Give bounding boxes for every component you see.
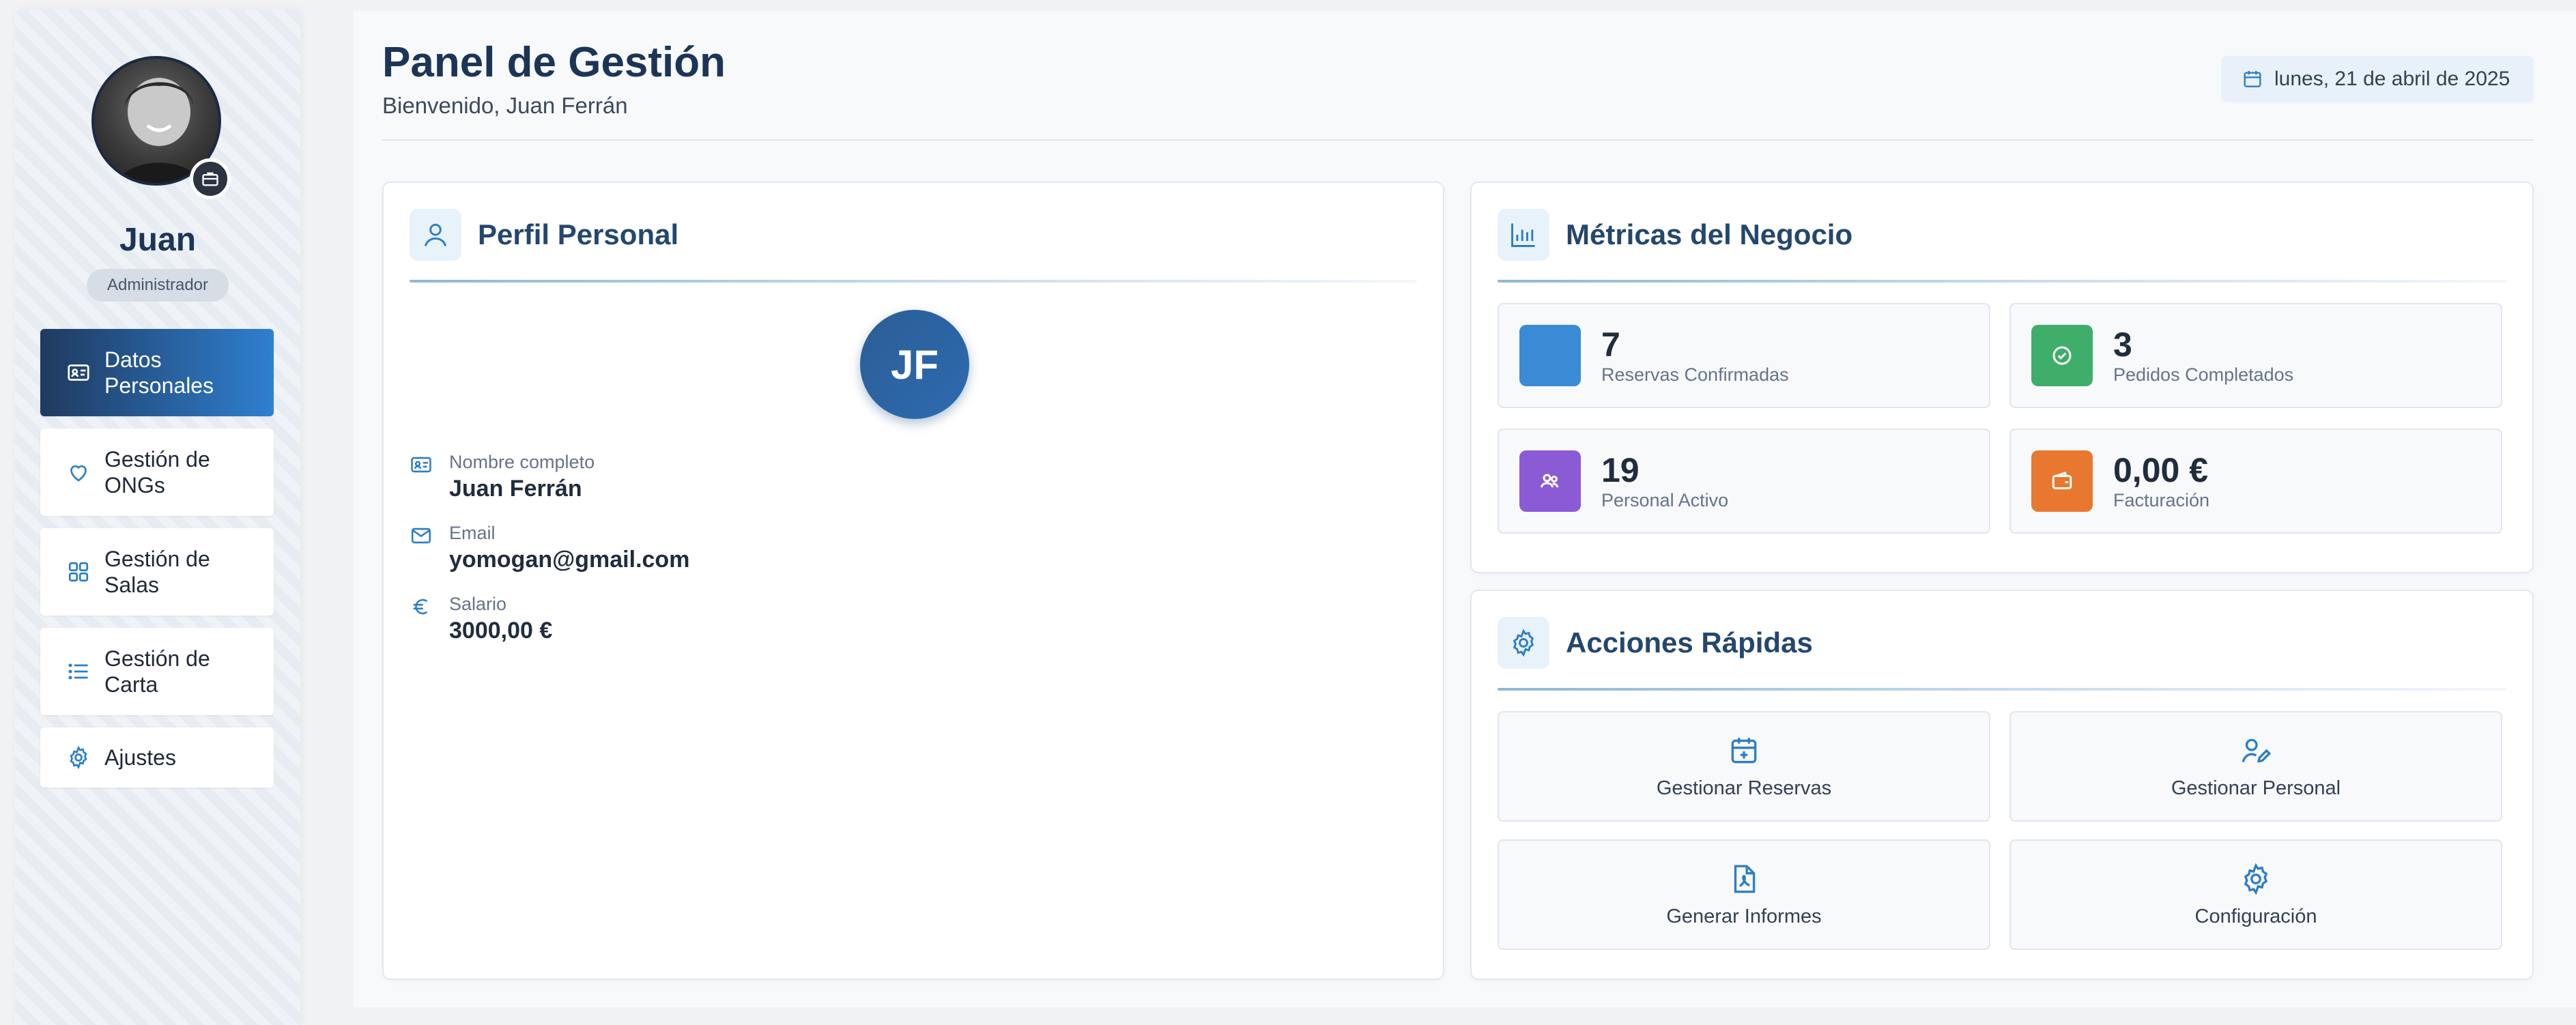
profile-card: Perfil Personal JF Nombre completo Juan …: [382, 182, 1444, 980]
initials-avatar: JF: [860, 310, 969, 419]
metric-reservas-confirmadas: 7 Reservas Confirmadas: [1498, 303, 1990, 408]
sidebar-nav: Datos Personales Gestión de ONGs Gestión…: [40, 329, 274, 800]
action-label: Generar Informes: [1666, 905, 1822, 927]
welcome-text: Bienvenido, Juan Ferrán: [382, 93, 628, 118]
sidebar-item-ajustes[interactable]: Ajustes: [40, 727, 274, 788]
heart-icon: [65, 459, 92, 486]
sidebar-item-label: Gestión de Carta: [104, 646, 210, 697]
sidebar-item-label: Gestión de Salas: [104, 547, 210, 597]
file-pdf-icon: [1727, 862, 1761, 896]
field-value: 3000,00 €: [449, 618, 553, 644]
actions-card-title: Acciones Rápidas: [1566, 626, 1813, 659]
profile-card-header: Perfil Personal: [410, 209, 678, 261]
main-content: Panel de Gestión Bienvenido, Juan Ferrán…: [354, 11, 2576, 1007]
sidebar: Juan Administrador Datos Personales Gest…: [15, 10, 300, 1025]
metrics-card: Métricas del Negocio 7 Reservas Confirma…: [1470, 182, 2534, 573]
calendar-icon: [2242, 68, 2263, 90]
metric-personal-activo: 19 Personal Activo: [1498, 429, 1990, 534]
user-edit-icon: [2239, 734, 2273, 768]
metric-value: 7: [1601, 326, 1620, 364]
sidebar-item-gestion-carta[interactable]: Gestión de Carta: [40, 628, 274, 715]
configuracion-button[interactable]: Configuración: [2009, 839, 2502, 950]
euro-icon: [410, 595, 434, 620]
field-label: Email: [449, 523, 496, 543]
page-title: Panel de Gestión: [382, 39, 726, 86]
id-card-icon: [65, 359, 92, 386]
gear-icon: [1498, 617, 1549, 669]
bar-chart-icon: [1498, 209, 1549, 261]
action-label: Gestionar Reservas: [1656, 777, 1832, 799]
user-avatar[interactable]: [91, 56, 233, 199]
field-label: Salario: [449, 594, 507, 614]
sidebar-item-label: Gestión de ONGs: [104, 447, 210, 497]
users-icon: [1519, 450, 1581, 512]
sidebar-item-label: Ajustes: [104, 745, 176, 770]
list-icon: [65, 658, 92, 685]
briefcase-badge-icon: [190, 158, 231, 199]
metric-label: Facturación: [2113, 490, 2210, 510]
reservations-icon: [1519, 325, 1581, 386]
check-circle-icon: [2031, 325, 2093, 386]
user-icon: [410, 209, 461, 261]
user-name: Juan: [119, 222, 197, 258]
role-badge: Administrador: [87, 269, 229, 302]
quick-actions-card: Acciones Rápidas Gestionar Reservas Gest…: [1470, 590, 2534, 980]
card-divider: [410, 280, 1417, 283]
gear-icon: [65, 744, 92, 771]
grid-icon: [65, 558, 92, 586]
field-salary: Salario 3000,00 €: [410, 592, 552, 646]
action-label: Configuración: [2194, 905, 2317, 927]
metric-value: 0,00 €: [2113, 451, 2209, 489]
gestionar-personal-button[interactable]: Gestionar Personal: [2009, 711, 2502, 822]
field-full-name: Nombre completo Juan Ferrán: [410, 450, 595, 504]
metric-label: Personal Activo: [1601, 490, 1729, 510]
sidebar-item-datos-personales[interactable]: Datos Personales: [40, 329, 274, 416]
actions-card-header: Acciones Rápidas: [1498, 617, 1813, 669]
metrics-card-header: Métricas del Negocio: [1498, 209, 1852, 261]
card-divider: [1498, 688, 2506, 691]
action-label: Gestionar Personal: [2171, 777, 2341, 799]
date-badge: lunes, 21 de abril de 2025: [2221, 56, 2534, 102]
field-value: Juan Ferrán: [449, 476, 582, 502]
metric-label: Pedidos Completados: [2113, 364, 2294, 385]
generar-informes-button[interactable]: Generar Informes: [1498, 839, 1990, 950]
metric-value: 3: [2113, 326, 2132, 364]
field-value: yomogan@gmail.com: [449, 547, 690, 573]
header-divider: [382, 139, 2534, 141]
metric-value: 19: [1601, 451, 1640, 489]
metric-label: Reservas Confirmadas: [1601, 364, 1789, 385]
metric-facturacion: 0,00 € Facturación: [2009, 429, 2502, 534]
id-card-icon: [410, 453, 434, 478]
sidebar-item-gestion-ongs[interactable]: Gestión de ONGs: [40, 429, 274, 516]
metrics-card-title: Métricas del Negocio: [1566, 218, 1853, 250]
metric-pedidos-completados: 3 Pedidos Completados: [2009, 303, 2502, 408]
wallet-icon: [2031, 450, 2093, 512]
gestionar-reservas-button[interactable]: Gestionar Reservas: [1498, 711, 1990, 822]
sidebar-item-label: Datos Personales: [104, 347, 214, 398]
current-date: lunes, 21 de abril de 2025: [2274, 68, 2510, 90]
field-email: Email yomogan@gmail.com: [410, 521, 689, 575]
card-divider: [1498, 280, 2506, 283]
gear-icon: [2239, 862, 2273, 896]
sidebar-item-gestion-salas[interactable]: Gestión de Salas: [40, 528, 274, 616]
profile-card-title: Perfil Personal: [478, 218, 679, 250]
mail-icon: [410, 524, 434, 549]
calendar-plus-icon: [1727, 734, 1761, 768]
field-label: Nombre completo: [449, 452, 595, 472]
